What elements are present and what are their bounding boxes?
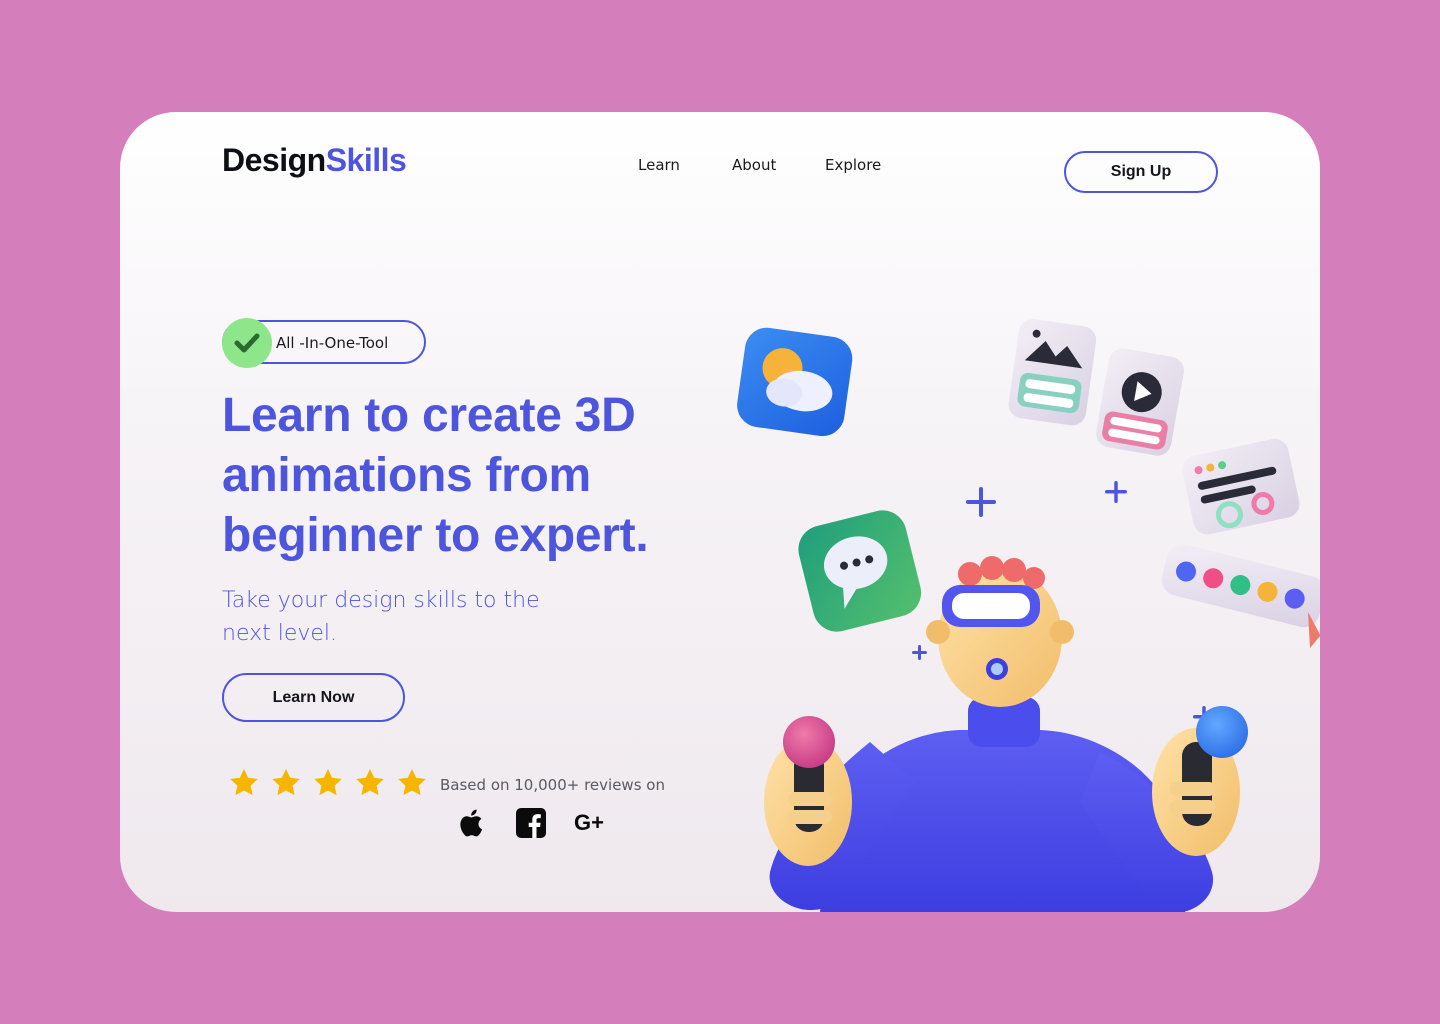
reviews-text: Based on 10,000+ reviews on (440, 776, 665, 794)
image-card (1008, 319, 1097, 426)
landing-card: DesignSkills Learn About Explore Sign Up… (120, 112, 1320, 912)
nav-learn[interactable]: Learn (638, 156, 698, 174)
color-palette-card (1161, 544, 1320, 628)
weather-tile (737, 327, 853, 437)
chat-tile (798, 510, 922, 632)
star-icon (398, 769, 426, 796)
apple-icon[interactable] (456, 806, 490, 840)
learn-now-button[interactable]: Learn Now (222, 673, 405, 722)
nav-explore[interactable]: Explore (825, 156, 905, 174)
google-plus-label: G+ (574, 810, 604, 835)
all-in-one-badge: All -In-One-Tool (222, 318, 426, 368)
settings-card (1182, 438, 1300, 535)
nav-about[interactable]: About (732, 156, 792, 174)
sign-up-button[interactable]: Sign Up (1064, 151, 1218, 193)
star-icon (356, 769, 384, 796)
hero-illustration (737, 319, 1320, 912)
hero-subtitle: Take your design skills to the next leve… (222, 584, 582, 650)
subtitle-line-1: Take your design skills to the (222, 588, 540, 613)
facebook-icon[interactable] (514, 806, 548, 840)
headline-line-3: beginner to expert. (222, 509, 649, 562)
logo-part-skills: Skills (325, 142, 407, 178)
check-icon (222, 318, 272, 368)
badge-label: All -In-One-Tool (276, 334, 389, 352)
subtitle-line-2: next level. (222, 621, 338, 646)
star-icon (272, 769, 300, 796)
rating-stars (228, 767, 428, 799)
hero-headline: Learn to create 3D animations from begin… (222, 386, 692, 566)
logo[interactable]: DesignSkills (222, 142, 407, 179)
google-plus-icon[interactable]: G+ (572, 806, 606, 840)
headline-line-2: animations from (222, 449, 591, 502)
star-icon (314, 769, 342, 796)
star-icon (230, 769, 258, 796)
logo-part-design: Design (222, 142, 326, 178)
headline-line-1: Learn to create 3D (222, 389, 636, 442)
video-card (1096, 348, 1184, 456)
